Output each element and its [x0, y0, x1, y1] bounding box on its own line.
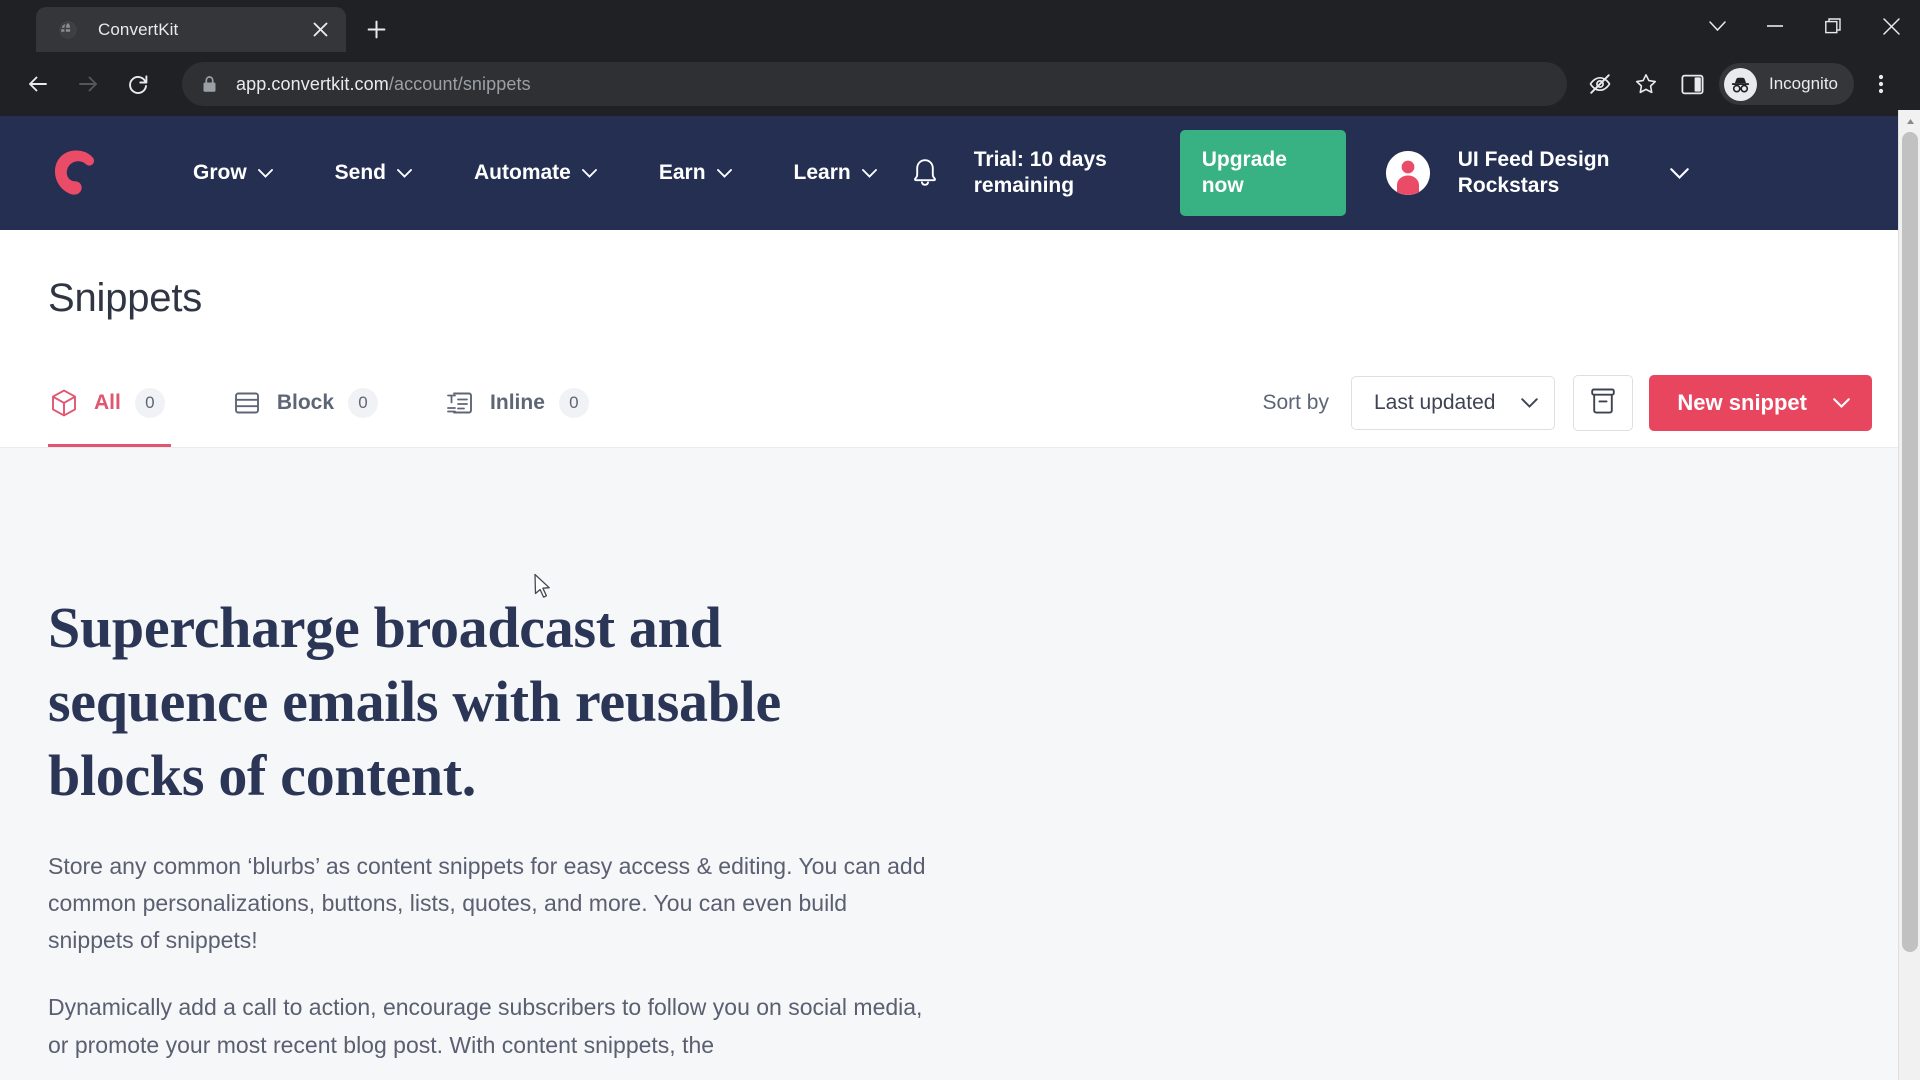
nav-item-label: Automate — [474, 161, 571, 184]
close-icon[interactable] — [306, 16, 334, 44]
nav-item-label: Grow — [193, 161, 247, 184]
incognito-label: Incognito — [1769, 74, 1838, 93]
globe-icon — [58, 20, 78, 40]
eye-slash-icon[interactable] — [1577, 61, 1623, 107]
sort-select-value: Last updated — [1373, 391, 1496, 414]
chevron-down-icon — [257, 168, 273, 178]
nav-item-label: Send — [334, 161, 387, 184]
account-chevron-down-icon[interactable] — [1667, 167, 1693, 179]
page-title: Snippets — [48, 276, 203, 320]
new-snippet-label: New snippet — [1677, 390, 1807, 415]
hero-heading: Supercharge broadcast and sequence email… — [48, 595, 781, 809]
new-tab-button[interactable] — [356, 9, 396, 49]
tab-count-badge: 0 — [558, 388, 589, 418]
lock-icon[interactable] — [198, 73, 220, 95]
tab-label: Inline — [490, 391, 545, 414]
chevron-down-icon — [581, 168, 597, 178]
browser-tab[interactable]: ConvertKit — [36, 7, 346, 52]
chevron-down-icon — [861, 168, 877, 178]
chevron-down-icon — [1521, 398, 1539, 408]
scrollbar-thumb[interactable] — [1902, 132, 1918, 952]
trial-status: Trial: 10 days remaining — [973, 148, 1107, 197]
new-snippet-button[interactable]: New snippet — [1649, 375, 1872, 431]
nav-links: Grow Send Automate Earn Learn — [162, 161, 908, 185]
scroll-up-arrow-icon[interactable] — [1899, 110, 1920, 132]
url-text: app.convertkit.com/account/snippets — [236, 74, 531, 95]
incognito-icon — [1724, 67, 1757, 101]
url-path: /account/snippets — [388, 73, 531, 94]
nav-item-grow[interactable]: Grow — [162, 161, 304, 185]
chevron-down-icon — [1833, 398, 1850, 408]
upgrade-now-button[interactable]: Upgrade now — [1179, 130, 1346, 216]
rows-icon — [231, 387, 263, 419]
hero-paragraph-1: Store any common ‘blurbs’ as content sni… — [48, 852, 926, 954]
forward-button[interactable] — [66, 62, 110, 106]
tab-count-badge: 0 — [134, 388, 165, 418]
convertkit-logo-icon[interactable] — [48, 145, 104, 201]
url-domain: app.convertkit.com — [236, 73, 389, 94]
avatar[interactable] — [1385, 151, 1430, 195]
chevron-down-icon — [397, 168, 412, 178]
cube-icon — [48, 387, 80, 419]
tab-inline[interactable]: Inline 0 — [444, 359, 625, 447]
tab-block[interactable]: Block 0 — [231, 359, 414, 447]
app-navigation-bar: Grow Send Automate Earn Learn Trial: 10 … — [0, 116, 1920, 230]
snippet-type-tabs: All 0 Block 0 Inline 0 — [48, 359, 655, 447]
nav-item-label: Earn — [658, 161, 706, 184]
side-panel-icon[interactable] — [1669, 61, 1715, 107]
window-controls — [1688, 0, 1920, 52]
reload-button[interactable] — [116, 62, 160, 106]
address-bar[interactable]: app.convertkit.com/account/snippets — [182, 62, 1567, 106]
incognito-profile-button[interactable]: Incognito — [1719, 63, 1854, 105]
page-toolbar: All 0 Block 0 Inline 0 Sort by Last upda… — [48, 359, 1872, 447]
minimize-icon[interactable] — [1746, 0, 1804, 52]
maximize-icon[interactable] — [1804, 0, 1862, 52]
nav-item-earn[interactable]: Earn — [628, 161, 763, 185]
page-scrollbar[interactable] — [1898, 110, 1920, 1080]
browser-tab-title: ConvertKit — [98, 19, 179, 39]
archive-box-icon — [1590, 387, 1616, 420]
nav-item-automate[interactable]: Automate — [443, 161, 628, 185]
text-lines-icon — [444, 387, 476, 419]
bell-icon[interactable] — [908, 156, 942, 190]
hero-paragraph-2: Dynamically add a call to action, encour… — [48, 994, 923, 1058]
back-button[interactable] — [16, 62, 60, 106]
browser-chrome: ConvertKit app.convertkit.com/account/sn… — [0, 0, 1920, 116]
tab-count-badge: 0 — [348, 388, 379, 418]
tab-label: Block — [276, 391, 335, 414]
toolbar-right-controls: Sort by Last updated New snippet — [1262, 375, 1872, 431]
sort-by-label: Sort by — [1262, 391, 1329, 414]
main-content: Supercharge broadcast and sequence email… — [0, 448, 1920, 1080]
chevron-down-icon[interactable] — [1688, 0, 1746, 52]
nav-item-send[interactable]: Send — [304, 161, 443, 185]
nav-item-learn[interactable]: Learn — [763, 161, 908, 185]
archive-button[interactable] — [1573, 375, 1634, 431]
page-header: Snippets All 0 Block 0 Inline 0 Sort by … — [0, 230, 1920, 447]
tab-all[interactable]: All 0 — [48, 359, 201, 447]
window-close-icon[interactable] — [1862, 0, 1920, 52]
account-name: UI Feed Design Rockstars — [1457, 148, 1610, 197]
star-icon[interactable] — [1623, 61, 1669, 107]
three-dot-menu-icon[interactable] — [1858, 61, 1904, 107]
browser-tabstrip: ConvertKit — [0, 0, 1920, 52]
tab-label: All — [94, 391, 121, 414]
nav-item-label: Learn — [793, 161, 851, 184]
browser-toolbar: app.convertkit.com/account/snippets Inco… — [0, 52, 1920, 116]
sort-select[interactable]: Last updated — [1350, 376, 1556, 430]
chevron-down-icon — [716, 168, 732, 178]
